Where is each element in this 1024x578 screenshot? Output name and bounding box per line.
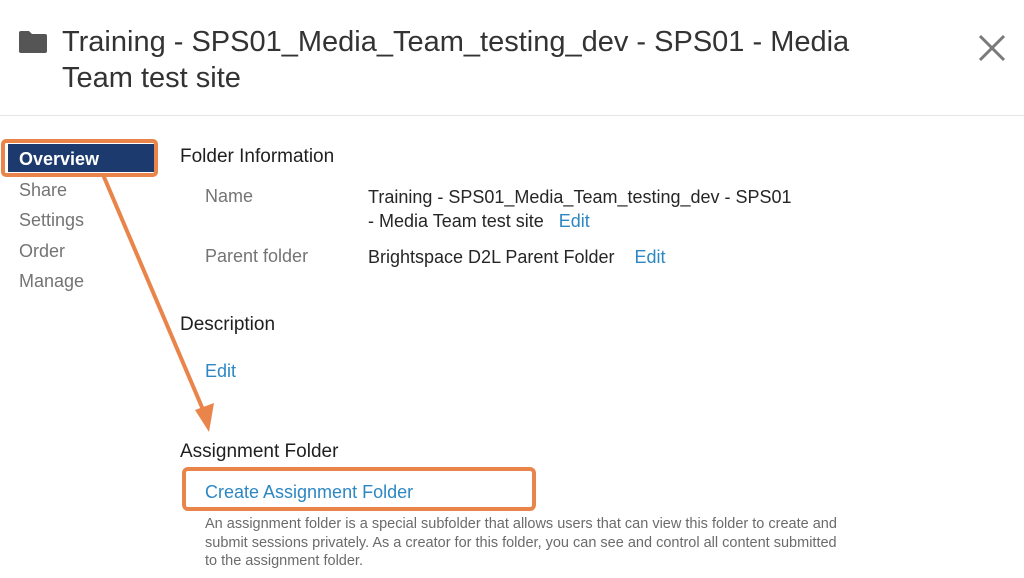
nav-item-share[interactable]: Share [19,180,67,201]
close-icon[interactable] [972,28,1012,68]
description-heading: Description [180,314,276,335]
name-value: Training - SPS01_Media_Team_testing_dev … [368,185,792,233]
parent-folder-value: Brightspace D2L Parent Folder Edit [368,245,666,269]
name-label: Name [205,186,254,206]
edit-name-link[interactable]: Edit [559,211,590,231]
nav-item-order[interactable]: Order [19,241,65,262]
name-value-line2-text: - Media Team test site [368,211,544,231]
dialog-header: Training - SPS01_Media_Team_testing_dev … [0,0,1024,116]
nav-item-settings[interactable]: Settings [19,210,84,231]
folder-icon [19,31,47,53]
nav-item-overview[interactable]: Overview [8,144,154,172]
assignment-folder-help-text: An assignment folder is a special subfol… [205,516,837,569]
nav-item-manage[interactable]: Manage [19,271,84,292]
edit-parent-folder-link[interactable]: Edit [634,247,665,267]
parent-folder-name: Brightspace D2L Parent Folder [368,247,615,267]
create-assignment-folder-link[interactable]: Create Assignment Folder [205,482,413,503]
folder-information-heading: Folder Information [180,146,335,167]
name-value-line2: - Media Team test site Edit [368,209,792,233]
dialog-title: Training - SPS01_Media_Team_testing_dev … [62,26,850,94]
assignment-folder-heading: Assignment Folder [180,441,339,462]
name-value-line1: Training - SPS01_Media_Team_testing_dev … [368,187,792,207]
edit-description-link[interactable]: Edit [205,361,236,382]
parent-folder-label: Parent folder [205,246,309,266]
